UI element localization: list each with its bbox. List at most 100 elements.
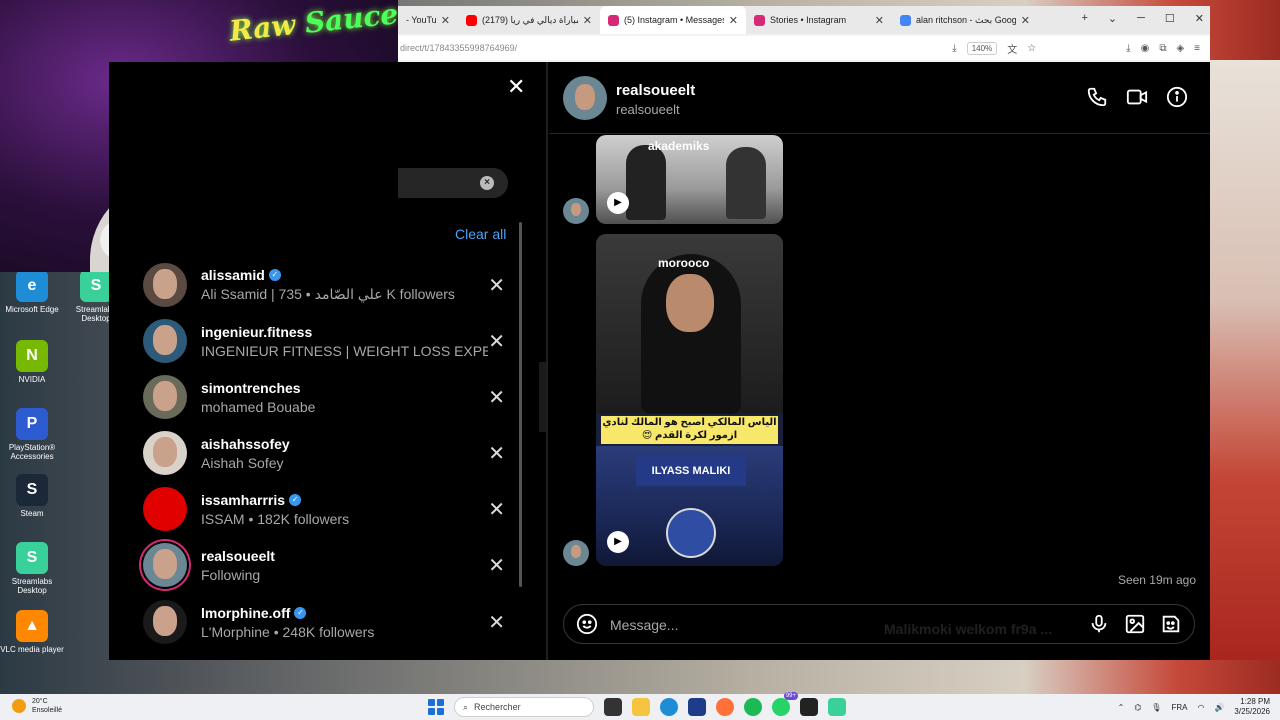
recent-search-item[interactable]: simontrenches mohamed Bouabe ✕ <box>139 369 509 425</box>
menu-icon[interactable]: ≡ <box>1194 43 1200 54</box>
whatsapp-icon[interactable]: 99+ <box>772 692 798 716</box>
microphone-icon[interactable] <box>1088 613 1110 635</box>
avatar[interactable] <box>143 319 187 363</box>
close-tab-icon[interactable]: ✕ <box>441 14 450 27</box>
taskbar-search[interactable]: ⌕ Rechercher <box>454 697 594 717</box>
image-upload-icon[interactable] <box>1124 613 1146 635</box>
browser-window: - YouTube✕(2179) اول مباراة ديالي في ريا… <box>398 6 1210 62</box>
url-text[interactable]: direct/t/17843355998764969/ <box>398 43 517 53</box>
remove-recent-icon[interactable]: ✕ <box>488 497 509 522</box>
close-search-icon[interactable]: ✕ <box>507 74 525 100</box>
translator-icon[interactable]: ◈ <box>1176 43 1184 54</box>
recent-search-item[interactable]: realsoueelt Following ✕ <box>139 537 509 593</box>
avatar[interactable] <box>143 263 187 307</box>
translate-icon[interactable]: 文 <box>1007 41 1017 56</box>
downloads-icon[interactable]: ⤓ <box>1126 43 1130 54</box>
account-icon[interactable]: ◉ <box>1141 43 1150 54</box>
browser-tab[interactable]: (5) Instagram • Messages ✕ <box>600 6 746 34</box>
desktop-icon[interactable]: e Microsoft Edge <box>0 270 64 314</box>
task-view-icon[interactable] <box>604 698 622 716</box>
remove-recent-icon[interactable]: ✕ <box>488 385 509 410</box>
remove-recent-icon[interactable]: ✕ <box>488 610 509 635</box>
reel-caption: الياس المالكي اصبح هو المالك لنادي ازمور… <box>601 416 778 444</box>
user-subtitle: ISSAM • 182K followers <box>201 510 350 527</box>
weather-widget[interactable]: 20°C Ensoleillé <box>12 697 62 715</box>
minimize-icon[interactable]: ─ <box>1137 12 1145 25</box>
close-tab-icon[interactable]: ✕ <box>583 14 592 27</box>
avatar[interactable] <box>143 431 187 475</box>
tray-overflow-icon[interactable]: ⌃ <box>1118 703 1125 712</box>
file-explorer-icon[interactable] <box>632 698 650 716</box>
capcut-icon[interactable] <box>800 698 818 716</box>
clock[interactable]: 1:28 PM 3/25/2026 <box>1234 697 1270 717</box>
avatar[interactable] <box>143 543 187 587</box>
remove-recent-icon[interactable]: ✕ <box>488 329 509 354</box>
message-avatar[interactable] <box>563 198 589 224</box>
firefox-icon[interactable] <box>716 698 734 716</box>
emoji-icon[interactable] <box>576 613 598 635</box>
app-icon: N <box>16 340 48 372</box>
avatar[interactable] <box>143 600 187 644</box>
zoom-indicator[interactable]: 140% <box>966 41 998 55</box>
store-icon[interactable] <box>688 698 706 716</box>
recent-scrollbar[interactable] <box>519 222 522 587</box>
tab-list-icon[interactable]: ⌄ <box>1108 12 1117 25</box>
taskbar-search-placeholder: Rechercher <box>474 702 521 712</box>
remove-recent-icon[interactable]: ✕ <box>488 273 509 298</box>
streamlabs-icon[interactable] <box>828 698 846 716</box>
spotify-icon[interactable] <box>744 698 762 716</box>
edge-icon[interactable] <box>660 698 678 716</box>
avatar[interactable] <box>143 487 187 531</box>
username: realsoueelt <box>201 547 275 564</box>
network-icon[interactable]: ⌬ <box>1134 703 1141 712</box>
chat-name[interactable]: realsoueelt <box>616 82 695 99</box>
close-tab-icon[interactable]: ✕ <box>1021 14 1030 27</box>
browser-tab[interactable]: - YouTube ✕ <box>398 6 458 34</box>
tab-title: (5) Instagram • Messages <box>624 15 724 25</box>
volume-icon[interactable]: 🔊 <box>1214 703 1224 712</box>
desktop-icon[interactable]: S Steam <box>0 474 64 518</box>
browser-tab[interactable]: (2179) اول مباراة ديالي في ريا... ✕ <box>458 6 600 34</box>
wifi-icon[interactable]: ◠ <box>1197 703 1204 712</box>
shared-reel[interactable]: akademiks ▶ <box>596 135 783 224</box>
remove-recent-icon[interactable]: ✕ <box>488 553 509 578</box>
desktop-icon[interactable]: ▲ VLC media player <box>0 610 64 654</box>
phone-call-icon[interactable] <box>1086 86 1108 108</box>
play-icon[interactable]: ▶ <box>607 192 629 214</box>
extensions-icon[interactable]: ⧉ <box>1159 43 1166 54</box>
mic-tray-icon[interactable]: 🎙 <box>1151 703 1161 712</box>
sticker-icon[interactable] <box>1160 613 1182 635</box>
close-window-icon[interactable]: ✕ <box>1195 12 1204 25</box>
browser-tab[interactable]: Stories • Instagram ✕ <box>746 6 892 34</box>
install-icon[interactable]: ⤓ <box>952 43 956 54</box>
message-avatar[interactable] <box>563 540 589 566</box>
recent-search-item[interactable]: aishahssofey Aishah Sofey ✕ <box>139 425 509 481</box>
recent-search-item[interactable]: issamharrris ✓ ISSAM • 182K followers ✕ <box>139 481 509 537</box>
chat-avatar[interactable] <box>563 76 607 120</box>
avatar[interactable] <box>143 375 187 419</box>
clear-search-icon[interactable]: × <box>480 176 494 190</box>
close-tab-icon[interactable]: ✕ <box>729 14 738 27</box>
video-call-icon[interactable] <box>1126 86 1148 108</box>
recent-search-item[interactable]: alissamid ✓ Ali Ssamid | 735 • علي الصّامد… <box>139 257 509 313</box>
maximize-icon[interactable]: ☐ <box>1165 12 1175 25</box>
browser-tab[interactable]: alan ritchson - بحث Google ✕ <box>892 6 1038 34</box>
desktop-icon[interactable]: P PlayStation® Accessories <box>0 408 64 461</box>
clear-all-button[interactable]: Clear all <box>455 226 506 242</box>
info-icon[interactable] <box>1166 86 1188 108</box>
bookmark-star-icon[interactable]: ☆ <box>1027 43 1036 54</box>
new-tab-icon[interactable]: + <box>1081 12 1087 25</box>
recent-search-item[interactable]: ingenieur.fitness INGENIEUR FITNESS | WEI… <box>139 313 509 369</box>
app-icon: S <box>80 270 112 302</box>
close-tab-icon[interactable]: ✕ <box>875 14 884 27</box>
start-button[interactable] <box>428 699 444 715</box>
shared-reel[interactable]: morooco الياس المالكي اصبح هو المالك لنا… <box>596 234 783 566</box>
desktop-icon[interactable]: N NVIDIA <box>0 340 64 384</box>
system-tray: ⌃ ⌬ 🎙 FRA ◠ 🔊 1:28 PM 3/25/2026 <box>1118 697 1270 717</box>
desktop-icon[interactable]: S Streamlabs Desktop <box>0 542 64 595</box>
language-indicator[interactable]: FRA <box>1171 703 1187 712</box>
address-bar[interactable]: direct/t/17843355998764969/ ⤓ 140% 文 ☆ ⤓… <box>398 36 1210 60</box>
play-icon[interactable]: ▶ <box>607 531 629 553</box>
remove-recent-icon[interactable]: ✕ <box>488 441 509 466</box>
recent-search-item[interactable]: lmorphine.off ✓ L'Morphine • 248K follower… <box>139 594 509 650</box>
